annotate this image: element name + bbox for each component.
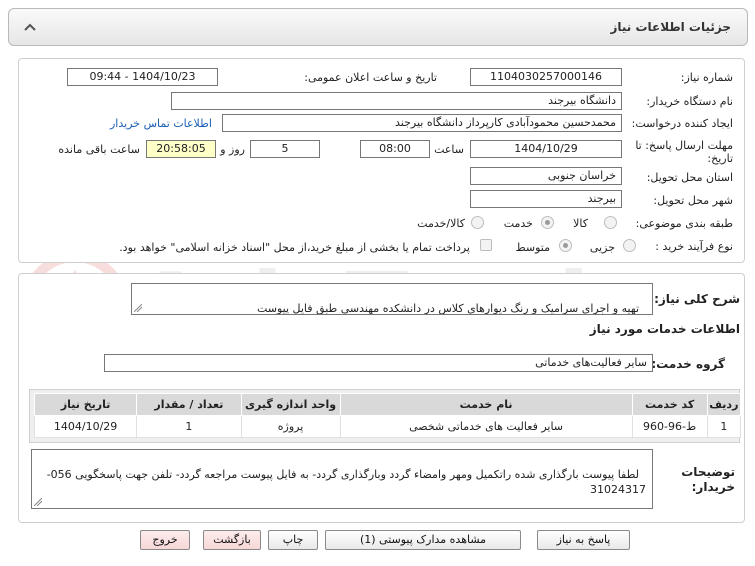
buyer-notes-textarea[interactable]: لطفا پیوست بارگذاری شده راتکمیل ومهر وام… xyxy=(31,449,653,509)
province-field: خراسان جنوبی xyxy=(470,167,622,185)
details-panel xyxy=(18,58,745,263)
back-button[interactable]: بازگشت xyxy=(203,530,261,550)
announce-datetime-field: 1404/10/23 - 09:44 xyxy=(67,68,218,86)
cell-row-number: 1 xyxy=(706,415,742,438)
service-group-field: سایر فعالیت‌های خدماتی xyxy=(104,354,653,372)
service-group-label: گروه خدمت: xyxy=(651,357,725,371)
category-option-service: خدمت xyxy=(503,217,533,230)
process-option-minor: جزیی xyxy=(589,241,615,254)
creator-field: محمدحسین محمودآبادی کارپرداز دانشگاه بیر… xyxy=(222,114,622,132)
buyer-org-label: نام دستگاه خریدار: xyxy=(646,95,733,108)
category-label: طبقه بندی موضوعی: xyxy=(635,217,733,230)
days-remaining-field: 5 xyxy=(250,140,320,158)
cell-service-name: سایر فعالیت های خدماتی شخصی xyxy=(339,415,633,438)
announce-datetime-label: تاریخ و ساعت اعلان عمومی: xyxy=(304,71,437,84)
services-table: ردیف کد خدمت نام خدمت واحد اندازه گیری ت… xyxy=(33,393,742,438)
view-attachments-button[interactable]: مشاهده مدارک پیوستی (1) xyxy=(325,530,521,550)
cell-need-date: 1404/10/29 xyxy=(33,415,138,438)
general-desc-label: شرح کلی نیاز: xyxy=(654,292,740,306)
general-desc-text: تهیه و اجرای سرامیک و رنگ دیوارهای کلاس … xyxy=(256,302,639,315)
treasury-payment-checkbox[interactable] xyxy=(480,239,492,251)
process-option-medium: متوسط xyxy=(515,241,550,254)
process-radio-medium[interactable] xyxy=(559,239,572,252)
print-button[interactable]: چاپ xyxy=(268,530,318,550)
remaining-time-label: ساعت باقی مانده xyxy=(58,143,140,156)
deadline-date-field: 1404/10/29 xyxy=(470,140,622,158)
page-title: جزئیات اطلاعات نیاز xyxy=(610,20,731,34)
deadline-label: مهلت ارسال پاسخ: تا xyxy=(635,139,733,152)
buyer-contact-link[interactable]: اطلاعات تماس خریدار xyxy=(110,117,212,130)
creator-label: ایجاد کننده درخواست: xyxy=(631,117,733,130)
category-radio-goods-service[interactable] xyxy=(471,216,484,229)
resize-grip-icon[interactable] xyxy=(34,498,42,506)
category-radio-goods[interactable] xyxy=(604,216,617,229)
col-unit: واحد اندازه گیری xyxy=(240,393,341,416)
remaining-time-field: 20:58:05 xyxy=(146,140,216,158)
process-type-label: نوع فرآیند خرید : xyxy=(655,240,733,253)
treasury-payment-note: پرداخت تمام یا بخشی از مبلغ خرید،از محل … xyxy=(119,241,470,254)
resize-grip-icon[interactable] xyxy=(134,304,142,312)
buyer-notes-label-2: خریدار: xyxy=(691,480,735,494)
need-number-field: 1104030257000146 xyxy=(470,68,622,86)
deadline-time-label: ساعت xyxy=(434,143,464,156)
city-label: شهر محل تحویل: xyxy=(653,194,733,207)
category-option-goods: کالا xyxy=(573,217,588,230)
col-quantity: تعداد / مقدار xyxy=(136,393,242,416)
col-service-name: نام خدمت xyxy=(339,393,633,416)
deadline-date-label: تاریخ: xyxy=(707,152,733,165)
cell-quantity: 1 xyxy=(136,415,242,438)
city-field: بیرجند xyxy=(470,190,622,208)
cell-unit: پروژه xyxy=(240,415,341,438)
days-label: روز و xyxy=(220,143,245,156)
cell-service-code: ط-96-960 xyxy=(631,415,708,438)
need-number-label: شماره نیاز: xyxy=(680,71,733,84)
buyer-notes-label: توضیحات xyxy=(681,465,735,479)
col-service-code: کد خدمت xyxy=(631,393,708,416)
table-row[interactable]: 1 ط-96-960 سایر فعالیت های خدماتی شخصی پ… xyxy=(33,415,742,438)
deadline-time-field: 08:00 xyxy=(360,140,430,158)
exit-button[interactable]: خروج xyxy=(140,530,190,550)
buyer-org-field: دانشگاه بیرجند xyxy=(171,92,622,110)
category-option-goods-service: کالا/خدمت xyxy=(417,217,465,230)
general-desc-textarea[interactable]: تهیه و اجرای سرامیک و رنگ دیوارهای کلاس … xyxy=(131,283,653,315)
table-header-row: ردیف کد خدمت نام خدمت واحد اندازه گیری ت… xyxy=(33,393,742,416)
category-radio-service[interactable] xyxy=(541,216,554,229)
col-row-number: ردیف xyxy=(706,393,742,416)
buyer-notes-text: لطفا پیوست بارگذاری شده راتکمیل ومهر وام… xyxy=(43,468,646,496)
col-need-date: تاریخ نیاز xyxy=(33,393,138,416)
province-label: استان محل تحویل: xyxy=(646,171,733,184)
services-info-title: اطلاعات خدمات مورد نیاز xyxy=(589,322,740,336)
process-radio-minor[interactable] xyxy=(623,239,636,252)
page-header: جزئیات اطلاعات نیاز xyxy=(8,8,748,46)
chevron-up-icon[interactable] xyxy=(23,21,37,35)
reply-to-need-button[interactable]: پاسخ به نیاز xyxy=(537,530,630,550)
